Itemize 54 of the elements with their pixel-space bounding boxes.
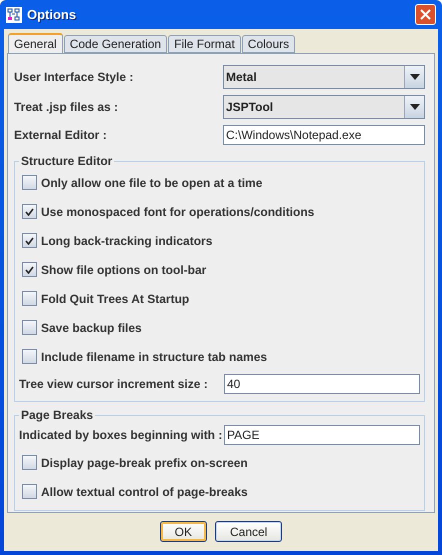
tab[interactable]: General [8, 33, 63, 53]
checkbox-box[interactable] [22, 291, 37, 306]
checkbox-label: Include filename in structure tab names [41, 350, 268, 364]
dialog-button[interactable]: Cancel [214, 521, 282, 542]
group-title: Page Breaks [20, 408, 94, 422]
checkbox-label: Long back-tracking indicators [41, 234, 212, 248]
checkmark-icon [25, 208, 34, 216]
checkbox[interactable]: Use monospaced font for operations/conditions [19, 197, 420, 226]
checkbox-label: Fold Quit Trees At Startup [41, 292, 190, 306]
checkbox-label: Display page-break prefix on-screen [41, 456, 248, 470]
checkbox-box[interactable] [22, 484, 37, 499]
dropdown-value: JSPTool [225, 99, 274, 116]
app-icon [6, 6, 22, 22]
close-button[interactable] [415, 4, 436, 25]
field-label: Indicated by boxes beginning with : [19, 428, 224, 442]
checkbox-label: Save backup files [41, 320, 142, 334]
checkbox[interactable]: Show file options on tool-bar [19, 255, 420, 284]
dialog-button[interactable]: OK [160, 521, 207, 542]
checkmark-icon [25, 236, 34, 244]
checkbox-label: Allow textual control of page-breaks [41, 484, 248, 498]
checkbox[interactable]: Include filename in structure tab names [19, 342, 420, 371]
dropdown[interactable]: JSPTool [223, 95, 425, 119]
checkbox[interactable]: Save backup files [19, 313, 420, 342]
close-icon[interactable] [420, 9, 431, 20]
field-label: External Editor : [14, 128, 108, 142]
checkbox-label: Only allow one file to be open at a time [41, 176, 262, 190]
checkbox-box[interactable] [22, 233, 37, 248]
checkbox[interactable]: Long back-tracking indicators [19, 226, 420, 255]
field-label: Tree view cursor increment size : [19, 377, 209, 391]
group-title: Structure Editor [20, 154, 114, 168]
field-label: User Interface Style : [14, 70, 134, 84]
text-field[interactable]: C:\Windows\Notepad.exe [223, 125, 425, 145]
text-field[interactable]: 40 [224, 374, 420, 394]
checkbox-label: Show file options on tool-bar [41, 262, 206, 276]
checkbox-box[interactable] [22, 455, 37, 470]
tab[interactable]: Code Generation [64, 35, 168, 53]
checkbox-box[interactable] [22, 262, 37, 277]
text-field[interactable]: PAGE [224, 425, 420, 445]
tab[interactable]: Colours [242, 35, 296, 53]
checkbox-box[interactable] [22, 349, 37, 364]
window-title: Options [27, 7, 78, 22]
checkbox-box[interactable] [22, 175, 37, 190]
dropdown[interactable]: Metal [223, 65, 425, 89]
checkbox-box[interactable] [22, 204, 37, 219]
field-label: Treat .jsp files as : [14, 100, 120, 114]
checkbox[interactable]: Allow textual control of page-breaks [19, 477, 420, 506]
tab[interactable]: File Format [168, 35, 241, 53]
checkbox-box[interactable] [22, 320, 37, 335]
checkbox[interactable]: Only allow one file to be open at a time [19, 168, 420, 197]
dropdown-value: Metal [225, 69, 258, 86]
checkbox[interactable]: Fold Quit Trees At Startup [19, 284, 420, 313]
checkbox[interactable]: Display page-break prefix on-screen [19, 448, 420, 477]
checkbox-label: Use monospaced font for operations/conditions [41, 204, 314, 218]
checkmark-icon [25, 266, 34, 274]
